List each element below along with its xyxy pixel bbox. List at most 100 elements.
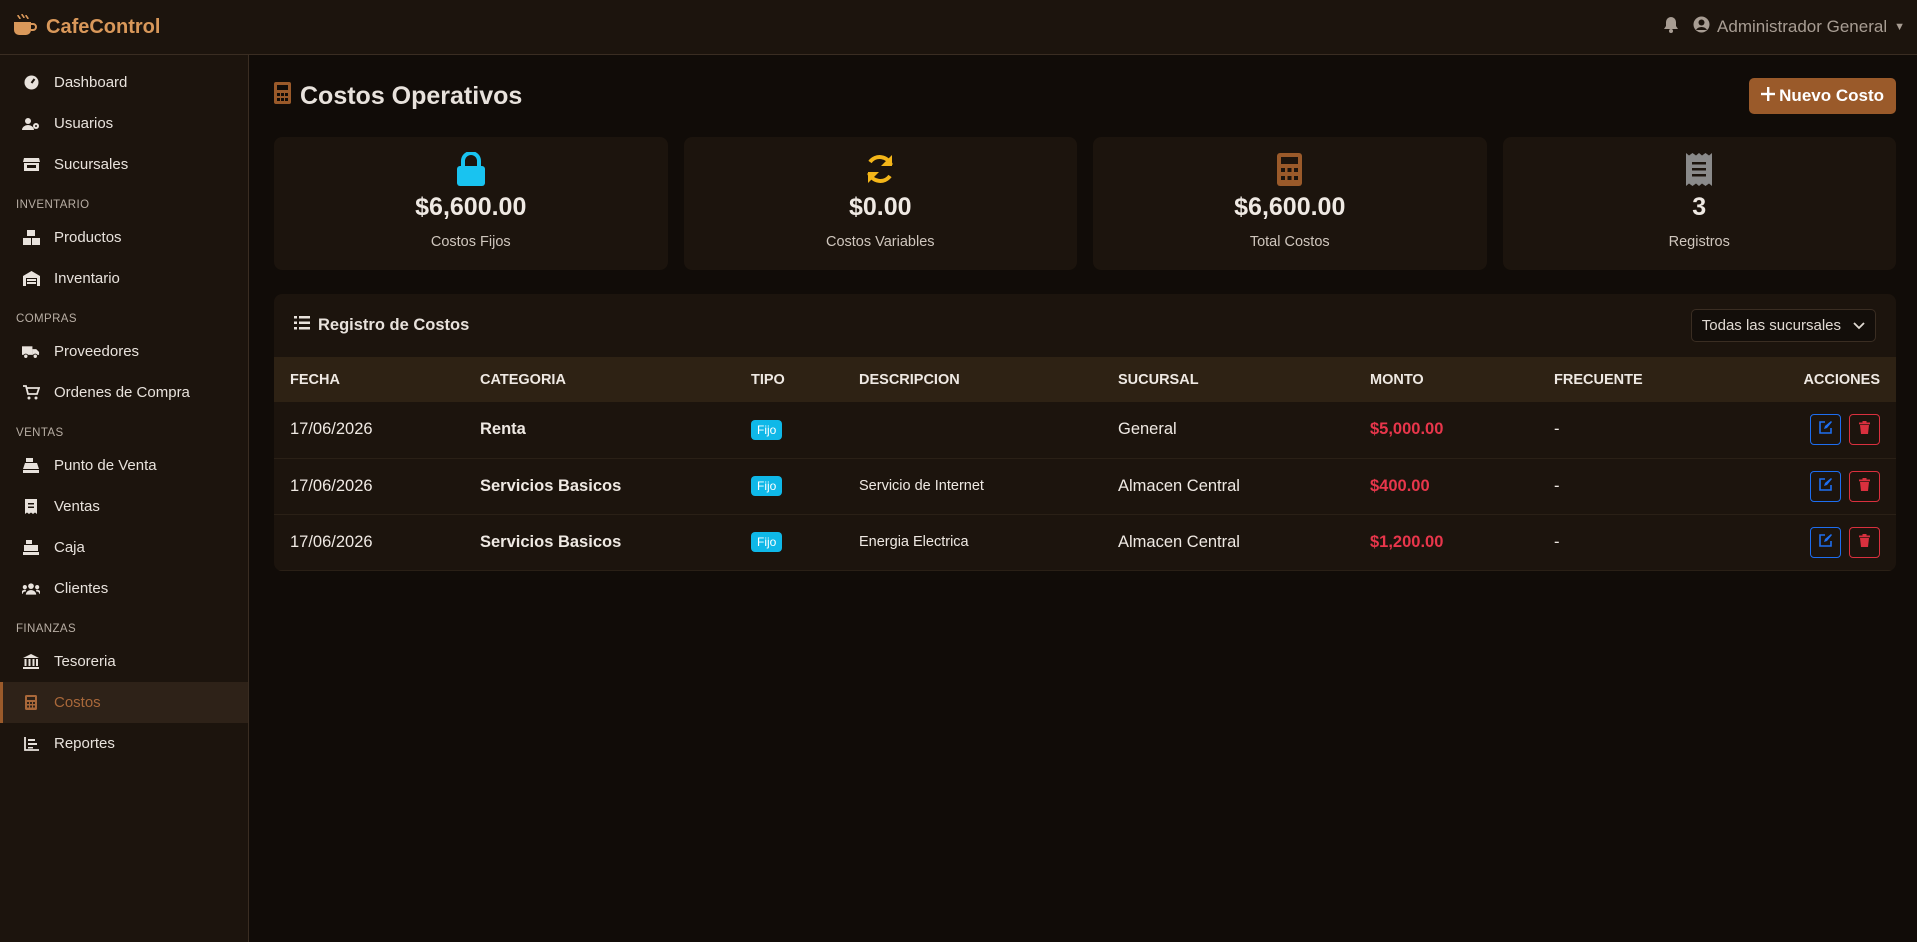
sidebar-item-label: Usuarios: [54, 115, 114, 132]
cell-sucursal: General: [1102, 402, 1354, 459]
cash-register-icon: [22, 458, 40, 473]
top-bar: CafeControl Administrador General ▼: [0, 0, 1917, 55]
cell-frecuente: -: [1538, 458, 1718, 515]
new-cost-button[interactable]: Nuevo Costo: [1749, 78, 1896, 114]
sidebar-item-label: Dashboard: [54, 74, 128, 91]
stat-card-registros: 3 Registros: [1502, 137, 1896, 270]
stat-label: Costos Fijos: [430, 234, 511, 250]
caret-down-icon: ▼: [1894, 21, 1905, 33]
sidebar-item-productos[interactable]: Productos: [0, 217, 248, 258]
cell-sucursal: Almacen Central: [1102, 514, 1354, 571]
sidebar-item-label: Ventas: [54, 498, 100, 515]
sidebar-item-label: Proveedores: [54, 343, 140, 360]
stat-label: Costos Variables: [825, 234, 935, 250]
sidebar-item-label: Costos: [54, 694, 101, 711]
cell-acciones: [1718, 458, 1896, 515]
cart-icon: [22, 385, 40, 400]
column-header: SUCURSAL: [1118, 371, 1199, 388]
delete-button[interactable]: [1849, 470, 1880, 502]
table-row: 17/06/2026 Servicios Basicos Fijo Servic…: [274, 458, 1896, 515]
column-header: DESCRIPCION: [859, 371, 960, 388]
nav-section-ventas: VENTAS: [16, 427, 64, 439]
calculator-icon: [1277, 151, 1303, 187]
branch-filter-value: Todas las sucursales: [1701, 317, 1841, 334]
sidebar-item-reportes[interactable]: Reportes: [0, 723, 248, 764]
panel-title: Registro de Costos: [294, 316, 469, 335]
type-badge: Fijo: [751, 476, 783, 496]
cell-categoria: Servicios Basicos: [464, 514, 735, 571]
trash-icon: [1859, 420, 1870, 439]
page-title-text: Costos Operativos: [300, 81, 523, 110]
cell-fecha: 17/06/2026: [274, 514, 464, 571]
sidebar-item-label: Caja: [54, 539, 85, 556]
column-header: ACCIONES: [1803, 371, 1880, 388]
stat-card-total-costos: $6,600.00 Total Costos: [1093, 137, 1487, 270]
edit-button[interactable]: [1810, 470, 1841, 502]
list-icon: [294, 316, 310, 335]
sidebar-item-inventario[interactable]: Inventario: [0, 258, 248, 299]
cell-fecha: 17/06/2026: [274, 458, 464, 515]
new-cost-label: Nuevo Costo: [1779, 86, 1884, 105]
cell-tipo: Fijo: [735, 514, 843, 571]
stat-label: Registros: [1668, 234, 1730, 250]
coffee-icon: [12, 13, 38, 42]
delete-button[interactable]: [1849, 526, 1880, 558]
branch-filter-select[interactable]: Todas las sucursales: [1690, 309, 1876, 342]
table-row: 17/06/2026 Renta Fijo General $5,000.00 …: [274, 402, 1896, 459]
chart-bar-icon: [22, 736, 40, 751]
users-icon: [22, 582, 40, 596]
sidebar-item-label: Productos: [54, 229, 122, 246]
panel-title-text: Registro de Costos: [318, 316, 470, 334]
cell-monto: $1,200.00: [1354, 514, 1538, 571]
sidebar-item-tesoreria[interactable]: Tesoreria: [0, 641, 248, 682]
stat-label: Total Costos: [1249, 234, 1330, 250]
sidebar-item-label: Reportes: [54, 735, 115, 752]
user-menu[interactable]: Administrador General ▼: [1693, 16, 1905, 38]
brand[interactable]: CafeControl: [12, 13, 160, 42]
costs-panel: Registro de Costos Todas las sucursales …: [274, 294, 1896, 571]
type-badge: Fijo: [751, 532, 783, 552]
table-row: 17/06/2026 Servicios Basicos Fijo Energi…: [274, 514, 1896, 571]
sidebar-item-clientes[interactable]: Clientes: [0, 568, 248, 609]
bell-icon[interactable]: [1663, 16, 1679, 38]
stats-cards: $6,600.00 Costos Fijos $0.00 Costos Vari…: [274, 137, 1896, 270]
edit-button[interactable]: [1810, 526, 1841, 558]
sidebar-item-dashboard[interactable]: Dashboard: [0, 62, 248, 103]
costs-table: FECHA CATEGORIA TIPO DESCRIPCION SUCURSA…: [274, 357, 1896, 571]
sidebar-item-label: Sucursales: [54, 156, 129, 173]
stat-value: $6,600.00: [415, 193, 527, 221]
truck-icon: [22, 345, 40, 359]
cell-descripcion: Servicio de Internet: [843, 458, 1102, 515]
main-content: Costos Operativos Nuevo Costo $6,600.00 …: [274, 55, 1896, 571]
sidebar-item-ventas[interactable]: Ventas: [0, 486, 248, 527]
cash-box-icon: [22, 540, 40, 555]
cell-tipo: Fijo: [735, 458, 843, 515]
sidebar-item-usuarios[interactable]: Usuarios: [0, 103, 248, 144]
sidebar-item-proveedores[interactable]: Proveedores: [0, 331, 248, 372]
sidebar: Dashboard Usuarios Sucursales INVENTARIO…: [0, 55, 249, 942]
edit-icon: [1819, 477, 1832, 496]
sidebar-item-ordenes-de-compra[interactable]: Ordenes de Compra: [0, 372, 248, 413]
cell-descripcion: [843, 402, 1102, 459]
sidebar-item-punto-de-venta[interactable]: Punto de Venta: [0, 445, 248, 486]
sidebar-item-label: Tesoreria: [54, 653, 116, 670]
cell-monto: $5,000.00: [1354, 402, 1538, 459]
edit-button[interactable]: [1810, 414, 1841, 446]
cell-tipo: Fijo: [735, 402, 843, 459]
sidebar-item-label: Inventario: [54, 270, 120, 287]
nav-section-finanzas: FINANZAS: [16, 623, 77, 635]
cell-descripcion: Energia Electrica: [843, 514, 1102, 571]
edit-icon: [1819, 420, 1832, 439]
delete-button[interactable]: [1849, 414, 1880, 446]
cell-fecha: 17/06/2026: [274, 402, 464, 459]
sidebar-item-costos[interactable]: Costos: [0, 682, 248, 723]
trash-icon: [1859, 533, 1870, 552]
stat-value: $0.00: [848, 193, 912, 221]
sidebar-item-caja[interactable]: Caja: [0, 527, 248, 568]
edit-icon: [1819, 533, 1832, 552]
nav-section-inventario: INVENTARIO: [16, 199, 90, 211]
cell-frecuente: -: [1538, 402, 1718, 459]
receipt-icon: [1686, 151, 1713, 187]
user-circle-icon: [1693, 16, 1710, 38]
sidebar-item-sucursales[interactable]: Sucursales: [0, 144, 248, 185]
